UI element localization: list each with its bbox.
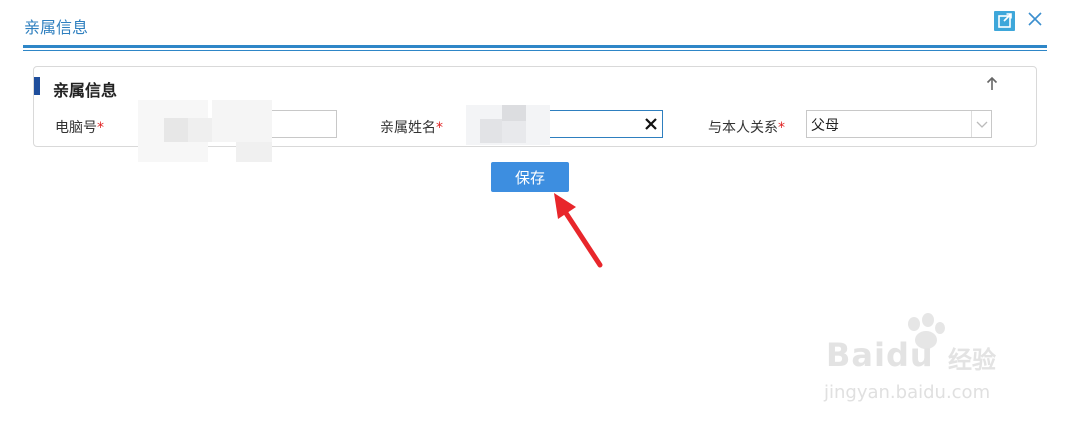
- relative-name-label-text: 亲属姓名: [380, 120, 436, 136]
- watermark-url: jingyan.baidu.com: [824, 382, 991, 403]
- watermark-brand: Baidu: [826, 336, 934, 374]
- close-icon: [1028, 12, 1042, 26]
- relative-info-panel: 亲属信息 电脑号* 亲属姓名* 与本人关系* 父母: [33, 66, 1037, 162]
- redacted-mosaic-2: [466, 105, 550, 145]
- relative-name-input-box[interactable]: [549, 110, 663, 138]
- computer-no-label: 电脑号*: [55, 117, 104, 137]
- clear-x-icon[interactable]: [644, 117, 658, 131]
- chevron-down-icon: [976, 121, 988, 128]
- required-mark: *: [778, 120, 785, 136]
- section-accent-bar: [34, 77, 40, 95]
- close-button[interactable]: [1026, 10, 1044, 28]
- relation-dropdown-toggle[interactable]: [971, 111, 991, 137]
- relation-select-value: 父母: [811, 118, 839, 134]
- section-title: 亲属信息: [53, 81, 118, 100]
- watermark-brand-cn: 经验: [948, 346, 996, 374]
- relation-label: 与本人关系*: [708, 117, 785, 137]
- header-divider: [23, 45, 1047, 48]
- dialog-title: 亲属信息: [24, 18, 89, 37]
- header-divider-thin: [23, 50, 1047, 51]
- baidu-watermark: Baidu 经验 jingyan.baidu.com: [820, 313, 1020, 408]
- relative-name-label: 亲属姓名*: [380, 117, 443, 137]
- redacted-mosaic: [138, 100, 272, 162]
- collapse-button[interactable]: [984, 75, 1000, 93]
- required-mark: *: [436, 120, 443, 136]
- relation-label-text: 与本人关系: [708, 120, 778, 136]
- annotation-arrow-icon: [554, 193, 603, 268]
- required-mark: *: [97, 120, 104, 136]
- relation-select[interactable]: 父母: [806, 110, 992, 138]
- dialog-header: 亲属信息: [0, 0, 1074, 46]
- arrow-up-icon: [986, 76, 998, 90]
- computer-no-label-text: 电脑号: [55, 120, 97, 136]
- popout-button[interactable]: [994, 11, 1015, 31]
- popout-icon: [998, 13, 1012, 28]
